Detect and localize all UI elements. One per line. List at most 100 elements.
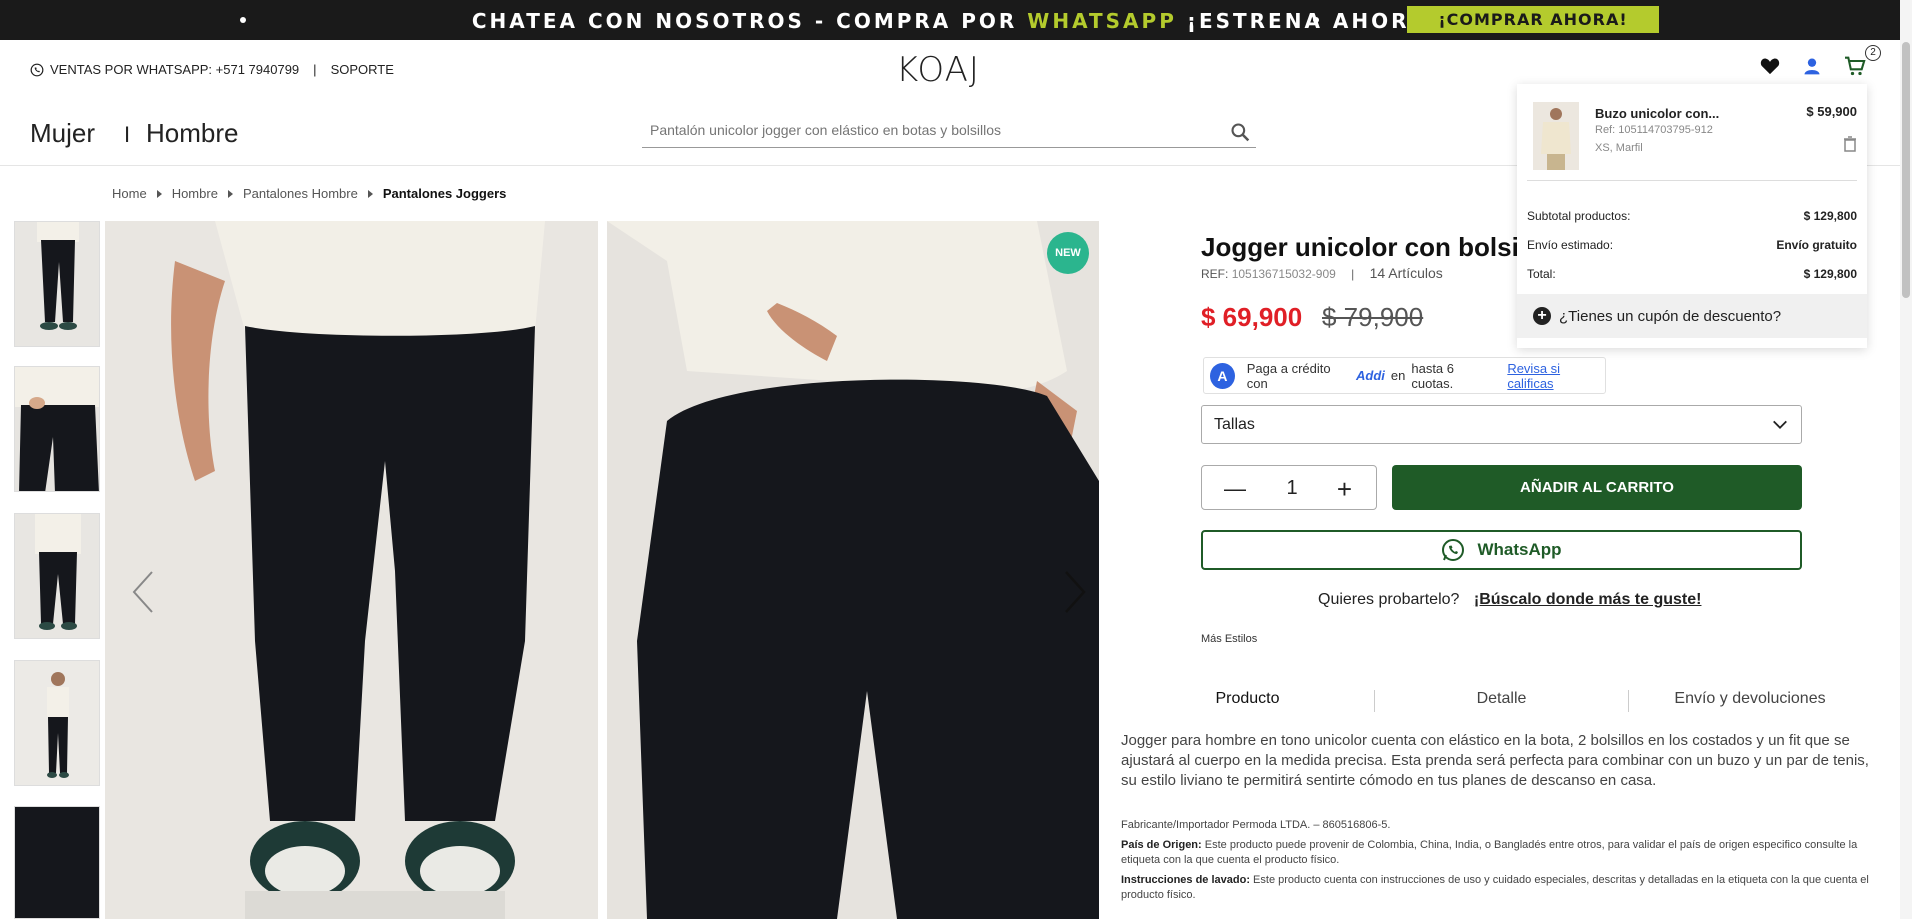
product-thumbnail[interactable]: [14, 806, 100, 919]
quantity-value[interactable]: 1: [1282, 477, 1302, 500]
addi-logo-icon: A: [1210, 362, 1235, 389]
promo-dot: [1313, 17, 1319, 23]
chevron-down-icon: [1773, 420, 1787, 429]
product-photo-detail: [607, 221, 1099, 919]
origin-info: País de Origen: Este producto puede prov…: [1121, 838, 1873, 868]
coupon-label: ¿Tienes un cupón de descuento?: [1559, 307, 1782, 325]
breadcrumb-arrow-icon: [367, 189, 373, 198]
addi-installments: hasta 6 cuotas.: [1411, 360, 1455, 391]
thumbnail-image: [15, 222, 99, 346]
thumbnail-image: [15, 661, 99, 785]
product-ref: REF: 105136715032-909 | 14 Artículos: [1201, 265, 1443, 281]
product-image-main: [105, 221, 598, 919]
whatsapp-sales-text: VENTAS POR WHATSAPP: +571 7940799: [50, 62, 300, 77]
nav-women[interactable]: Mujer: [30, 118, 95, 149]
manufacturer-info: Fabricante/Importador Permoda LTDA. – 86…: [1121, 819, 1391, 831]
thumbnail-image: [15, 367, 99, 491]
addi-credit-banner: A Paga a crédito con Addi en hasta 6 cuo…: [1203, 357, 1606, 394]
search-icon[interactable]: [1230, 122, 1250, 142]
product-tabs: Producto Detalle Envío y devoluciones: [1120, 690, 1872, 712]
addi-check-link[interactable]: Revisa si calificas: [1507, 361, 1605, 391]
tab-detalle[interactable]: Detalle: [1375, 690, 1628, 708]
search-input[interactable]: [642, 116, 1202, 144]
cart-item-image: [1533, 102, 1579, 170]
mini-cart-popup: Buzo unicolor con... Ref: 105114703795-9…: [1517, 84, 1867, 348]
product-description: Jogger para hombre en tono unicolor cuen…: [1121, 732, 1869, 789]
whatsapp-button[interactable]: WhatsApp: [1201, 530, 1802, 570]
breadcrumb-men-pants[interactable]: Pantalones Hombre: [243, 186, 358, 201]
product-thumbnail[interactable]: [14, 513, 100, 639]
increase-quantity-button[interactable]: +: [1337, 474, 1352, 505]
product-photo-front: [105, 221, 598, 919]
cart-count-badge: 2: [1865, 45, 1881, 61]
product-thumbnail[interactable]: [14, 660, 100, 786]
user-icon[interactable]: [1802, 56, 1822, 76]
total-row: Total: $ 129,800: [1527, 267, 1857, 281]
cart-icon[interactable]: [1844, 56, 1866, 76]
cart-item-photo: [1533, 102, 1579, 170]
koaj-logo[interactable]: KOAJ: [896, 50, 980, 90]
scrollbar-thumb[interactable]: [1902, 42, 1910, 298]
size-select[interactable]: Tallas: [1201, 405, 1802, 444]
trash-icon[interactable]: [1843, 136, 1857, 152]
whatsapp-sales-info[interactable]: VENTAS POR WHATSAPP: +571 7940799 | SOPO…: [30, 62, 394, 77]
cart-item-variant: XS, Marfil: [1595, 142, 1643, 154]
total-value: $ 129,800: [1803, 267, 1857, 281]
origin-text: Este producto puede provenir de Colombia…: [1121, 839, 1858, 866]
subtotal-value: $ 129,800: [1803, 209, 1857, 223]
more-styles: Más Estilos: [1201, 633, 1258, 645]
cart-item-name[interactable]: Buzo unicolor con...: [1595, 106, 1719, 121]
nav-divider: I: [124, 122, 131, 147]
add-to-cart-button[interactable]: AÑADIR AL CARRITO: [1392, 465, 1802, 510]
product-thumbnail[interactable]: [14, 366, 100, 492]
sale-price: $ 69,900: [1201, 302, 1303, 332]
cart-item-ref: Ref: 105114703795-912: [1595, 124, 1713, 136]
prev-arrow-icon[interactable]: [130, 570, 156, 614]
header-icons: [1760, 56, 1866, 76]
cart-item-partial: [1527, 180, 1857, 188]
original-price: $ 79,900: [1322, 302, 1424, 332]
breadcrumb-home[interactable]: Home: [112, 186, 147, 201]
ref-label: REF:: [1201, 267, 1229, 281]
product-title: Jogger unicolor con bolsil: [1201, 232, 1527, 262]
subtotal-label: Subtotal productos:: [1527, 209, 1631, 223]
tab-producto[interactable]: Producto: [1120, 690, 1375, 708]
heart-icon[interactable]: [1760, 57, 1780, 75]
plus-circle-icon: +: [1533, 307, 1551, 325]
cart-item-price: $ 59,900: [1806, 104, 1857, 119]
try-on-question: Quieres probartelo?: [1318, 591, 1460, 608]
separator: |: [313, 62, 317, 77]
product-thumbnail[interactable]: [14, 221, 100, 347]
articles-count: 14 Artículos: [1369, 265, 1443, 281]
next-arrow-icon[interactable]: [1062, 570, 1088, 614]
shipping-row: Envío estimado: Envío gratuito: [1527, 238, 1857, 252]
whatsapp-button-label: WhatsApp: [1477, 540, 1562, 559]
wash-label: Instrucciones de lavado:: [1121, 874, 1250, 886]
breadcrumb-men[interactable]: Hombre: [172, 186, 218, 201]
thumbnail-image: [15, 514, 99, 638]
support-link[interactable]: SOPORTE: [331, 62, 394, 77]
wash-info: Instrucciones de lavado: Este producto c…: [1121, 873, 1873, 903]
quantity-stepper: — 1 +: [1201, 465, 1377, 510]
tab-envio[interactable]: Envío y devoluciones: [1628, 690, 1872, 708]
decrease-quantity-button[interactable]: —: [1224, 476, 1246, 502]
buy-now-button[interactable]: ¡COMPRAR AHORA!: [1407, 6, 1659, 33]
page-scrollbar[interactable]: [1900, 0, 1912, 919]
coupon-toggle[interactable]: + ¿Tienes un cupón de descuento?: [1517, 294, 1867, 338]
nav-men[interactable]: Hombre: [146, 118, 238, 149]
subtotal-row: Subtotal productos: $ 129,800: [1527, 209, 1857, 223]
addi-text: Paga a crédito con: [1246, 360, 1331, 391]
breadcrumb-current: Pantalones Joggers: [382, 186, 507, 201]
size-select-label: Tallas: [1214, 416, 1255, 433]
addi-text-en: en: [1390, 368, 1406, 383]
shipping-label: Envío estimado:: [1527, 238, 1614, 252]
total-label: Total:: [1527, 267, 1556, 281]
addi-brand: Addi: [1356, 368, 1385, 383]
search-bar: [642, 116, 1256, 148]
ref-separator: |: [1351, 267, 1355, 281]
breadcrumb-arrow-icon: [227, 189, 233, 198]
breadcrumb: Home Hombre Pantalones Hombre Pantalones…: [112, 186, 506, 201]
find-store-link[interactable]: ¡Búscalo donde más te guste!: [1474, 591, 1702, 608]
whatsapp-icon: [30, 63, 44, 76]
breadcrumb-arrow-icon: [156, 189, 162, 198]
